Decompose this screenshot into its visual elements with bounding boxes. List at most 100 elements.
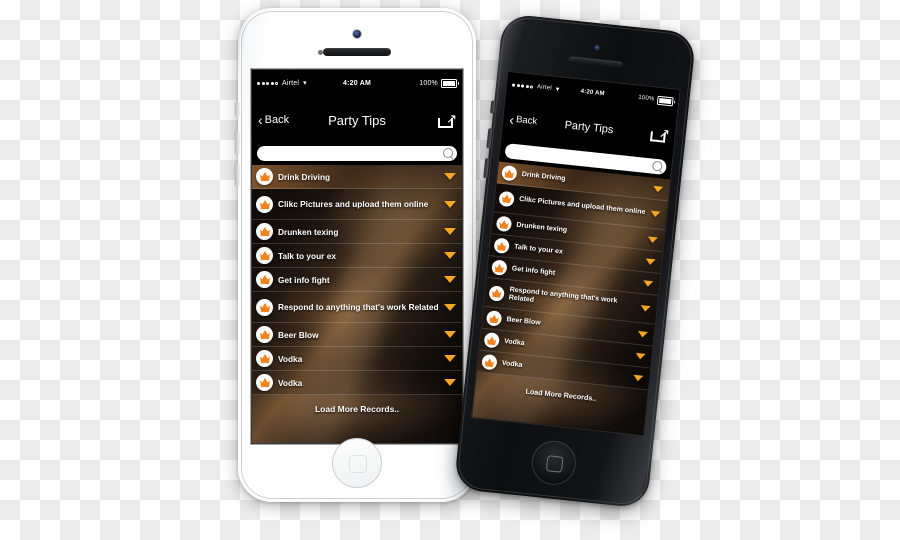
caret-down-icon[interactable] xyxy=(640,305,651,313)
caret-down-icon[interactable] xyxy=(635,352,646,360)
list-item[interactable]: Clikc Pictures and upload them online xyxy=(252,189,462,221)
status-time: 4:20 AM xyxy=(343,79,371,87)
list-item[interactable]: Respond to anything that's work Related xyxy=(252,292,462,324)
list-item[interactable]: Drink Driving xyxy=(252,165,462,190)
caret-down-icon[interactable] xyxy=(652,185,664,193)
wifi-icon: ▾ xyxy=(303,79,307,87)
crown-icon xyxy=(256,326,273,344)
list-item[interactable]: Vodka xyxy=(252,347,462,372)
back-button-label: Back xyxy=(515,114,538,128)
back-button-label: Back xyxy=(264,114,290,127)
list-item-label: Vodka xyxy=(278,353,303,364)
search-field[interactable] xyxy=(257,146,457,162)
volume-down-button[interactable] xyxy=(483,158,490,179)
list-item-label: Clikc Pictures and upload them online xyxy=(278,199,429,210)
battery-icon xyxy=(441,78,459,88)
list-item[interactable]: Talk to your ex xyxy=(252,244,462,269)
battery-percent-label: 100% xyxy=(637,95,655,103)
wifi-icon: ▾ xyxy=(555,86,560,94)
search-input[interactable] xyxy=(264,146,442,162)
front-camera-icon xyxy=(594,44,601,52)
home-button[interactable] xyxy=(529,438,578,488)
caret-down-icon[interactable] xyxy=(444,252,456,260)
search-bar xyxy=(252,143,462,166)
status-bar: Airtel ▾ 4:20 AM 100% xyxy=(252,70,462,97)
carrier-label: Airtel xyxy=(536,84,553,93)
mute-switch-button[interactable] xyxy=(235,102,239,116)
load-more-button[interactable]: Load More Records.. xyxy=(252,395,462,425)
crown-icon xyxy=(485,310,503,327)
search-icon[interactable] xyxy=(442,147,455,160)
caret-down-icon[interactable] xyxy=(642,280,654,288)
caret-down-icon[interactable] xyxy=(647,236,658,244)
crown-icon xyxy=(256,350,273,368)
crown-icon xyxy=(491,259,508,277)
volume-up-button[interactable] xyxy=(235,132,239,154)
crown-icon xyxy=(495,215,513,233)
crown-icon xyxy=(501,165,518,182)
app-screen-party-tips: Airtel ▾ 4:20 AM 100% ‹ Back Party Tips … xyxy=(252,70,462,443)
list-item[interactable]: Drunken texing xyxy=(252,220,462,245)
caret-down-icon[interactable] xyxy=(444,228,456,236)
device-iphone-black: Airtel ▾ 4:20 AM 100% ‹ Back Party Tips … xyxy=(453,13,697,509)
caret-down-icon[interactable] xyxy=(444,276,456,284)
caret-down-icon[interactable] xyxy=(637,330,648,338)
caret-down-icon[interactable] xyxy=(444,200,456,208)
back-button[interactable]: ‹ Back xyxy=(258,113,289,127)
crown-icon xyxy=(483,332,500,349)
tips-list-container: Drink Driving Clikc Pictures and upload … xyxy=(252,165,462,443)
tips-list-container: Drink Driving Clikc Pictures and upload … xyxy=(472,161,671,436)
back-button[interactable]: ‹ Back xyxy=(508,111,538,129)
app-screen-party-tips: Airtel ▾ 4:20 AM 100% ‹ Back Party Tips … xyxy=(472,72,680,436)
status-battery-group: 100% xyxy=(419,78,459,88)
caret-down-icon[interactable] xyxy=(444,173,456,181)
status-battery-group: 100% xyxy=(638,94,674,107)
carrier-label: Airtel xyxy=(282,79,300,87)
battery-percent-label: 100% xyxy=(419,79,438,87)
mute-switch-button[interactable] xyxy=(489,100,496,114)
list-item[interactable]: Vodka xyxy=(252,371,462,396)
caret-down-icon[interactable] xyxy=(645,258,656,266)
share-icon[interactable]: ↗ xyxy=(438,112,457,128)
caret-down-icon[interactable] xyxy=(444,331,456,339)
list-item[interactable]: Beer Blow xyxy=(252,323,462,348)
search-icon[interactable] xyxy=(651,160,665,174)
volume-up-button[interactable] xyxy=(486,128,493,149)
chevron-left-icon: ‹ xyxy=(508,111,515,128)
crown-icon xyxy=(493,237,510,255)
page-title: Party Tips xyxy=(328,112,386,128)
home-button[interactable] xyxy=(332,438,382,488)
list-item-label: Drink Driving xyxy=(278,171,331,182)
caret-down-icon[interactable] xyxy=(650,210,661,218)
earpiece-speaker-icon xyxy=(323,48,391,56)
white-phone-screen: Airtel ▾ 4:20 AM 100% ‹ Back Party Tips … xyxy=(252,70,462,443)
tips-list: Drink Driving Clikc Pictures and upload … xyxy=(476,161,671,391)
crown-icon xyxy=(488,285,505,302)
status-time: 4:20 AM xyxy=(580,89,605,98)
signal-strength-icon xyxy=(511,83,533,89)
caret-down-icon[interactable] xyxy=(444,355,456,363)
home-square-icon xyxy=(545,455,564,473)
crown-icon xyxy=(256,195,273,213)
list-item[interactable]: Get info fight xyxy=(252,268,462,293)
crown-icon xyxy=(256,223,273,241)
signal-strength-icon xyxy=(257,81,278,85)
crown-icon xyxy=(498,190,515,208)
chevron-left-icon: ‹ xyxy=(258,112,263,129)
share-icon[interactable]: ↗ xyxy=(649,125,671,143)
front-camera-icon xyxy=(353,30,361,38)
list-item-label: Drunken texing xyxy=(278,226,339,237)
earpiece-speaker-icon xyxy=(568,56,624,69)
crown-icon xyxy=(256,247,273,265)
list-item-label: Talk to your ex xyxy=(278,250,336,261)
volume-down-button[interactable] xyxy=(235,164,239,186)
caret-down-icon[interactable] xyxy=(444,379,456,387)
tips-list: Drink Driving Clikc Pictures and upload … xyxy=(252,165,462,396)
nav-bar: ‹ Back Party Tips ↗ xyxy=(252,96,462,144)
caret-down-icon[interactable] xyxy=(444,303,456,311)
list-item-label: Respond to anything that's work Related xyxy=(278,302,439,313)
crown-icon xyxy=(256,298,273,316)
home-square-icon xyxy=(349,455,367,473)
crown-icon xyxy=(256,168,273,186)
caret-down-icon[interactable] xyxy=(632,374,644,382)
